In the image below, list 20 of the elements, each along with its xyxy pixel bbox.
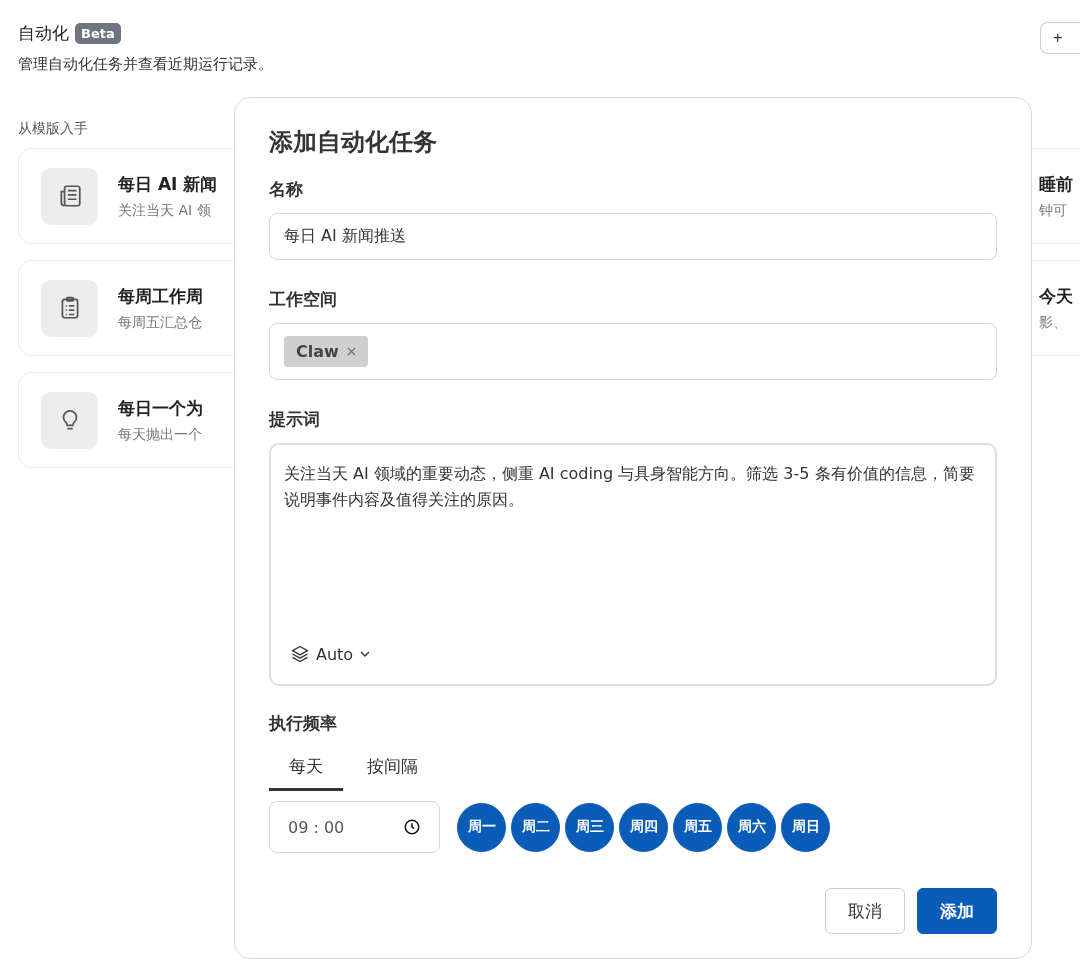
- template-title: 今天: [1039, 284, 1073, 308]
- template-description: 关注当天 AI 领: [118, 201, 212, 220]
- dialog-title: 添加自动化任务: [269, 127, 438, 158]
- template-title: 每日 AI 新闻: [118, 172, 218, 196]
- template-title: 睡前: [1039, 172, 1073, 196]
- template-description: 每天抛出一个: [118, 425, 203, 444]
- field-label: 名称: [269, 178, 304, 201]
- template-description: 钟可: [1039, 201, 1068, 220]
- field-label: 工作空间: [269, 288, 338, 311]
- template-title: 每日一个为: [118, 396, 203, 420]
- prompt-text: 关注当天 AI 领域的重要动态，侧重 AI coding 与具身智能方向。筛选 3-5 条有价值的信息，简要说明事件内容及值得关注的原因。: [284, 463, 976, 511]
- page-title: 自动化: [18, 22, 69, 45]
- page-subtitle: 管理自动化任务并查看近期运行记录。: [18, 55, 273, 74]
- template-title: 每周工作周: [118, 284, 203, 308]
- beta-badge: Beta: [75, 23, 121, 44]
- template-description: 影、: [1039, 313, 1068, 332]
- field-label: 执行频率: [269, 712, 338, 735]
- field-label: 提示词: [269, 408, 321, 431]
- section-heading: 从模版入手: [18, 120, 89, 138]
- template-description: 每周五汇总仓: [118, 313, 203, 332]
